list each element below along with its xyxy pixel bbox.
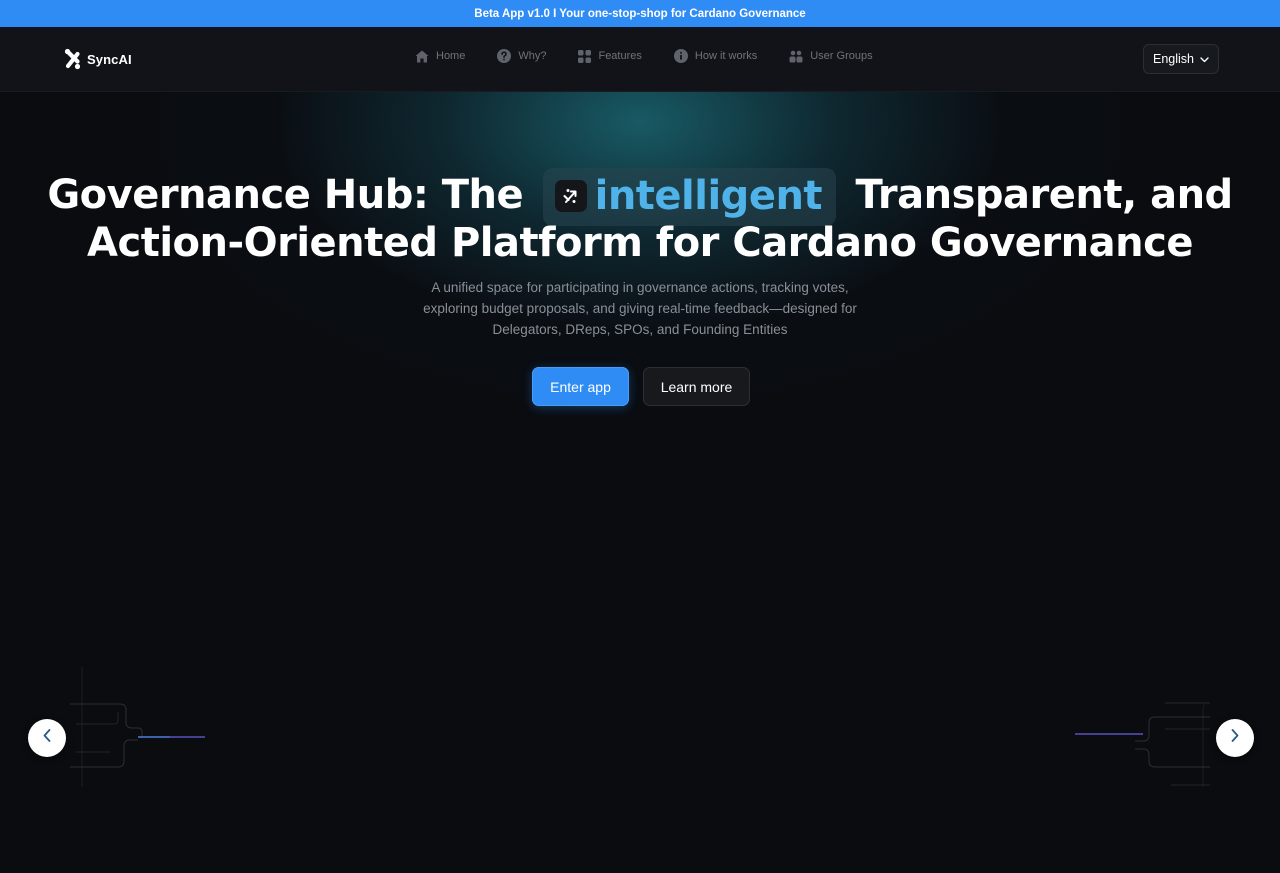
circuit-lines-left-decoration bbox=[70, 667, 205, 787]
language-selected-value: English bbox=[1153, 52, 1194, 66]
top-navigation: SyncAI Home Why? Features How it works U… bbox=[0, 27, 1280, 92]
brand-logo-link[interactable]: SyncAI bbox=[64, 47, 132, 71]
main-nav: Home Why? Features How it works User Gro… bbox=[415, 49, 873, 63]
nav-item-user-groups[interactable]: User Groups bbox=[789, 50, 873, 63]
nav-item-label: Why? bbox=[518, 50, 547, 62]
banner-text: Beta App v1.0 I Your one-stop-shop for C… bbox=[474, 7, 806, 20]
info-icon bbox=[673, 49, 688, 63]
sync-arrows-icon bbox=[554, 180, 587, 212]
nav-item-label: How it works bbox=[694, 50, 758, 62]
carousel-prev-button[interactable] bbox=[28, 719, 66, 757]
question-icon bbox=[497, 49, 512, 63]
hero-headline-line2: Action-Oriented Platform for Cardano Gov… bbox=[87, 220, 1193, 266]
syncai-logo-icon bbox=[64, 48, 81, 70]
headline-highlight-word: intelligent bbox=[594, 173, 823, 219]
chevron-left-icon bbox=[43, 729, 51, 747]
nav-item-label: Home bbox=[436, 50, 466, 62]
grid-icon bbox=[578, 49, 592, 63]
chevron-right-icon bbox=[1231, 729, 1239, 747]
hero-subtitle: A unified space for participating in gov… bbox=[423, 280, 857, 337]
headline-text-end: Transparent, and bbox=[855, 172, 1233, 218]
nav-item-features[interactable]: Features bbox=[578, 49, 642, 63]
chevron-down-icon bbox=[1200, 52, 1209, 66]
enter-app-button[interactable]: Enter app bbox=[532, 367, 629, 406]
users-icon bbox=[789, 50, 803, 63]
nav-item-label: Features bbox=[598, 50, 642, 62]
nav-item-home[interactable]: Home bbox=[415, 50, 465, 63]
headline-text-start: Governance Hub: The bbox=[47, 172, 524, 218]
language-select[interactable]: English bbox=[1143, 44, 1219, 74]
nav-item-label: User Groups bbox=[810, 50, 873, 62]
carousel-next-button[interactable] bbox=[1216, 719, 1254, 757]
brand-name: SyncAI bbox=[87, 51, 132, 67]
learn-more-button[interactable]: Learn more bbox=[643, 367, 750, 406]
nav-item-how-it-works[interactable]: How it works bbox=[673, 49, 758, 63]
home-icon bbox=[415, 50, 429, 63]
nav-item-why[interactable]: Why? bbox=[497, 49, 546, 63]
circuit-lines-right-decoration bbox=[1075, 702, 1210, 787]
announcement-banner: Beta App v1.0 I Your one-stop-shop for C… bbox=[0, 0, 1280, 27]
hero-section: Governance Hub: The intelligent Transpar… bbox=[0, 92, 1280, 873]
